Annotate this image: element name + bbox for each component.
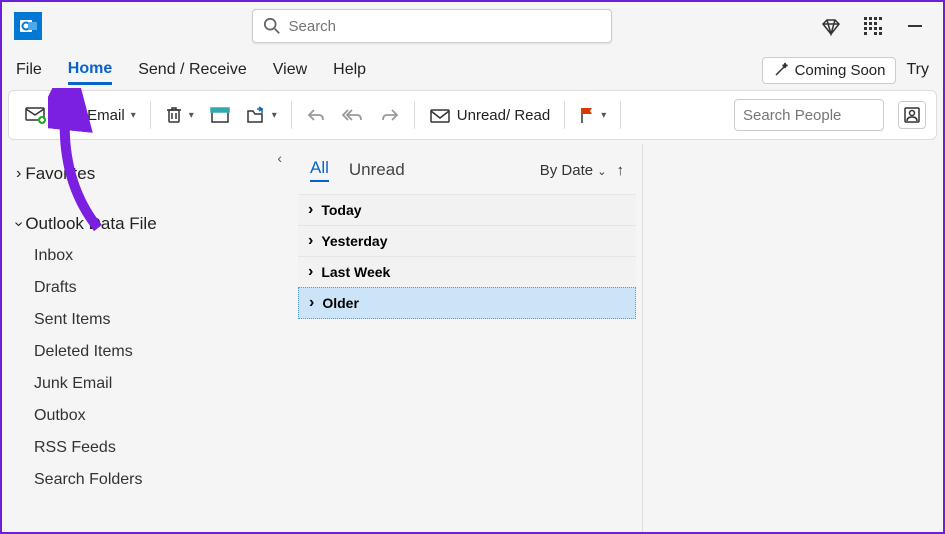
contact-icon (903, 106, 921, 124)
favorites-header[interactable]: › Favorites (16, 158, 282, 190)
move-button[interactable]: ▾ (240, 101, 283, 129)
group-header[interactable]: › Today (298, 194, 636, 225)
unread-read-label: Unread/ Read (457, 107, 550, 124)
group-label: Older (322, 295, 359, 311)
premium-icon[interactable] (821, 16, 841, 36)
filter-unread[interactable]: Unread (349, 160, 405, 180)
group-header[interactable]: › Older (298, 287, 636, 319)
global-search-box[interactable] (252, 9, 612, 43)
chevron-right-icon: › (308, 263, 313, 281)
reply-icon (306, 106, 326, 124)
chevron-down-icon[interactable]: ▾ (189, 110, 194, 121)
folder-junk[interactable]: Junk Email (34, 368, 282, 400)
archive-icon (210, 106, 230, 124)
reply-all-button[interactable] (336, 102, 370, 128)
outlook-logo (14, 12, 42, 40)
group-header[interactable]: › Last Week (298, 256, 636, 287)
tab-help[interactable]: Help (333, 57, 366, 83)
tab-file[interactable]: File (16, 57, 42, 83)
folder-sent[interactable]: Sent Items (34, 304, 282, 336)
flag-icon (579, 106, 595, 124)
sort-button[interactable]: By Date ⌄ (540, 162, 607, 179)
move-icon (246, 105, 266, 125)
data-file-label: Outlook Data File (25, 214, 156, 234)
filter-row: All Unread By Date ⌄ ↑ (298, 158, 636, 194)
folder-outbox[interactable]: Outbox (34, 400, 282, 432)
new-email-icon (25, 105, 47, 125)
search-input[interactable] (289, 18, 601, 35)
chevron-down-icon: ▾ (601, 110, 606, 121)
new-email-label: New Email (53, 107, 125, 124)
chevron-right-icon: › (308, 232, 313, 250)
wand-icon (773, 62, 789, 78)
reply-all-icon (342, 106, 364, 124)
new-email-button[interactable]: New Email ▾ (19, 101, 142, 129)
folder-pane: ‹ › Favorites › Outlook Data File Inbox … (2, 144, 292, 532)
group-label: Last Week (321, 264, 390, 280)
chevron-down-icon: ⌄ (597, 166, 606, 178)
chevron-right-icon: › (309, 294, 314, 312)
title-bar (2, 2, 943, 50)
data-file-header[interactable]: › Outlook Data File (16, 208, 282, 240)
coming-soon-label: Coming Soon (795, 62, 886, 79)
delete-button[interactable]: ▾ (159, 101, 200, 129)
folder-deleted[interactable]: Deleted Items (34, 336, 282, 368)
try-label[interactable]: Try (906, 61, 929, 79)
search-people-input[interactable] (734, 99, 884, 131)
forward-button[interactable] (374, 102, 406, 128)
folder-rss[interactable]: RSS Feeds (34, 432, 282, 464)
chevron-down-icon: › (10, 221, 28, 226)
folder-list: Inbox Drafts Sent Items Deleted Items Ju… (34, 240, 282, 496)
ribbon-toolbar: New Email ▾ ▾ ▾ Unread/ Read (8, 90, 937, 140)
minimize-button[interactable] (905, 16, 925, 36)
chevron-right-icon: › (16, 165, 21, 183)
group-label: Yesterday (321, 233, 387, 249)
favorites-label: Favorites (25, 164, 95, 184)
message-list-pane: All Unread By Date ⌄ ↑ ›Today›Yesterday›… (292, 144, 642, 532)
group-label: Today (321, 202, 361, 218)
folder-search[interactable]: Search Folders (34, 464, 282, 496)
search-icon (263, 17, 281, 35)
reply-button[interactable] (300, 102, 332, 128)
tab-home[interactable]: Home (68, 56, 112, 85)
sort-direction-icon[interactable]: ↑ (617, 162, 625, 179)
forward-icon (380, 106, 400, 124)
main-area: ‹ › Favorites › Outlook Data File Inbox … (2, 144, 943, 532)
trash-icon (165, 105, 183, 125)
ribbon-tabs: File Home Send / Receive View Help Comin… (2, 50, 943, 90)
flag-button[interactable]: ▾ (573, 102, 612, 128)
address-book-button[interactable] (898, 101, 926, 129)
unread-read-button[interactable]: Unread/ Read (423, 102, 556, 128)
archive-button[interactable] (204, 102, 236, 128)
chevron-down-icon: ▾ (131, 110, 136, 121)
filter-all[interactable]: All (310, 158, 329, 182)
envelope-icon (429, 106, 451, 124)
tab-send-receive[interactable]: Send / Receive (138, 57, 247, 83)
folder-drafts[interactable]: Drafts (34, 272, 282, 304)
reading-pane (642, 144, 943, 532)
chevron-down-icon: ▾ (272, 110, 277, 121)
folder-inbox[interactable]: Inbox (34, 240, 282, 272)
collapse-pane-icon[interactable]: ‹ (277, 150, 282, 166)
chevron-right-icon: › (308, 201, 313, 219)
qr-icon[interactable] (863, 16, 883, 36)
tab-view[interactable]: View (273, 57, 307, 83)
group-header[interactable]: › Yesterday (298, 225, 636, 256)
coming-soon-button[interactable]: Coming Soon (762, 57, 897, 84)
